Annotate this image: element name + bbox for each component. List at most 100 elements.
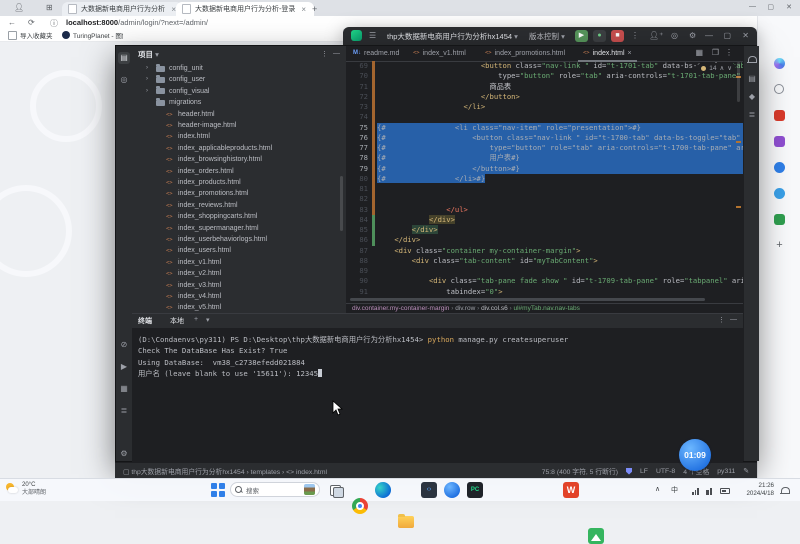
pycharm-icon[interactable]: PC (467, 482, 483, 498)
notifications-bell-icon[interactable] (748, 56, 757, 63)
editor-tab-readme[interactable]: M↓readme.md (348, 46, 404, 60)
editor-layout-icon[interactable]: ▦ (695, 48, 703, 57)
terminal-output[interactable]: (D:\Condaenvs\py311) PS D:\Desktop\thp大数… (138, 334, 568, 379)
refresh-icon[interactable]: ⟳ (28, 18, 35, 27)
weather-widget[interactable]: 20°C大部晴朗 (6, 481, 46, 497)
start-button[interactable] (210, 482, 228, 500)
protection-shield-icon[interactable] (626, 468, 632, 475)
volume-icon[interactable] (706, 488, 712, 495)
tree-item-index_applicableproducts.html[interactable]: <>index_applicableproducts.html (132, 143, 346, 154)
code-line-79[interactable]: 79{# </button>#} (346, 164, 743, 174)
ide-maximize-button[interactable]: ▢ (723, 31, 731, 40)
recording-timer-bubble[interactable]: 01:09 (677, 437, 713, 473)
breadcrumb-item[interactable]: div.col.s6 (481, 305, 508, 312)
ide-close-button[interactable]: ✕ (742, 31, 749, 40)
tree-scrollbar[interactable] (340, 176, 343, 231)
tree-item-index_v2.html[interactable]: <>index_v2.html (132, 268, 346, 279)
browser-tab-1[interactable]: 大数据新电商用户行为分析 v-base × (62, 2, 182, 16)
tree-item-index_browsinghistory.html[interactable]: <>index_browsinghistory.html (132, 154, 346, 165)
bookmark-import[interactable]: 导入收藏夹 (8, 30, 53, 40)
tree-item-config_visual[interactable]: ›config_visual (132, 86, 346, 97)
panel-hide-icon[interactable]: — (333, 50, 340, 57)
more-actions-icon[interactable]: ⋮ (631, 31, 639, 40)
code-line-69[interactable]: 69 <button class="nav-link " id="t-1701-… (346, 61, 743, 71)
settings-icon[interactable]: ⚙ (118, 448, 130, 460)
line-ending[interactable]: LF (640, 468, 648, 475)
code-line-86[interactable]: 86 </div> (346, 235, 743, 245)
code-line-77[interactable]: 77{# type="button" role="tab" aria-contr… (346, 143, 743, 153)
editor-tab-index-promotions[interactable]: <>index_promotions.html (480, 46, 570, 60)
copilot-icon[interactable] (774, 58, 785, 69)
code-line-85[interactable]: 85 </div> (346, 225, 743, 235)
tab-close-icon[interactable]: × (628, 50, 632, 57)
new-tab-button[interactable]: + (312, 4, 317, 14)
profile-icon[interactable]: 👤︎ (14, 3, 24, 13)
tree-item-header-image.html[interactable]: <>header-image.html (132, 120, 346, 131)
debug-button[interactable]: ● (593, 30, 606, 42)
app-blue-icon[interactable] (774, 162, 785, 173)
caret-position[interactable]: 75:8 (400 字符, 5 行断行) (542, 466, 618, 476)
code-line-73[interactable]: 73 </li> (346, 102, 743, 112)
add-user-icon[interactable]: 👤︎⁺ (649, 31, 663, 40)
tree-item-index_users.html[interactable]: <>index_users.html (132, 245, 346, 256)
breadcrumb-item[interactable]: ul#myTab.nav.nav-tabs (514, 305, 580, 312)
tree-item-header.html[interactable]: <>header.html (132, 109, 346, 120)
inspections-widget[interactable]: 14∧∨ (698, 63, 735, 73)
chrome-icon[interactable] (352, 498, 368, 514)
network-icon[interactable] (692, 488, 699, 495)
tree-item-index_shoppingcarts.html[interactable]: <>index_shoppingcarts.html (132, 211, 346, 222)
back-icon[interactable]: ← (8, 18, 16, 27)
people-icon[interactable] (774, 136, 785, 147)
code-line-89[interactable]: 89 (346, 266, 743, 276)
editor-tab-index-v1[interactable]: <>index_v1.html (408, 46, 471, 60)
code-line-91[interactable]: 91 tabindex="0"> (346, 287, 743, 297)
split-editor-icon[interactable]: ❐ (712, 48, 719, 57)
tree-item-index_supermanager.html[interactable]: <>index_supermanager.html (132, 223, 346, 234)
search-icon[interactable] (774, 84, 784, 94)
build-icon[interactable]: ▦ (118, 383, 130, 395)
write-mode-icon[interactable]: ✎ (743, 467, 749, 475)
edge-icon[interactable] (375, 482, 391, 498)
editor-vertical-scrollbar[interactable] (737, 62, 740, 102)
chevron-right-icon[interactable]: › (146, 86, 148, 97)
notes-icon[interactable]: ▤ (746, 73, 758, 85)
tree-item-index.html[interactable]: <>index.html (132, 131, 346, 142)
settings-gear-icon[interactable]: ⚙ (689, 31, 696, 40)
code-line-70[interactable]: 70 type="button" role="tab" aria-control… (346, 71, 743, 81)
tree-item-index_v1.html[interactable]: <>index_v1.html (132, 257, 346, 268)
wps-icon[interactable]: W (563, 482, 579, 498)
photos-icon[interactable] (588, 528, 604, 544)
cloud-icon[interactable] (774, 188, 785, 199)
code-line-90[interactable]: 90 <div class="tab-pane fade show " id="… (346, 276, 743, 286)
site-info-icon[interactable]: ⓘ (50, 18, 58, 29)
window-maximize-button[interactable]: ▢ (767, 3, 774, 11)
code-line-80[interactable]: 80{# </li>#} (346, 174, 743, 184)
code-line-84[interactable]: 84 </div> (346, 215, 743, 225)
code-line-82[interactable]: 82 (346, 194, 743, 204)
python-interpreter[interactable]: py311 (717, 468, 735, 475)
address-bar[interactable]: localhost:8000/admin/login/?next=/admin/ (66, 18, 208, 27)
tree-item-index_userbehaviorlogs.html[interactable]: <>index_userbehaviorlogs.html (132, 234, 346, 245)
chevron-right-icon[interactable]: › (146, 74, 148, 85)
database-icon[interactable]: ≣ (746, 109, 758, 121)
search-everywhere-icon[interactable]: ◎ (118, 74, 130, 86)
tree-item-migrations[interactable]: migrations (132, 97, 346, 108)
browser-tab-2[interactable]: 大数据新电商用户行为分析-登录 × (176, 2, 314, 16)
project-panel-title[interactable]: 项目 ▾ (138, 49, 159, 60)
battery-icon[interactable] (720, 488, 730, 494)
bookmark-turingplanet[interactable]: TuringPlanet - 图解 (62, 30, 123, 40)
terminal-tool-icon[interactable]: ≣ (118, 405, 130, 417)
terminal-options-icon[interactable]: ⋮ (718, 316, 725, 324)
terminal-hide-icon[interactable]: — (730, 316, 737, 323)
vcs-widget[interactable]: 版本控制 ▾ (529, 31, 565, 42)
project-icon[interactable]: ▤ (118, 52, 130, 64)
tree-item-config_user[interactable]: ›config_user (132, 74, 346, 85)
tree-item-config_unit[interactable]: ›config_unit (132, 63, 346, 74)
language-indicator[interactable]: 中 (671, 485, 678, 495)
code-line-88[interactable]: 88 <div class="tab-content" id="myTabCon… (346, 256, 743, 266)
tree-item-index_v5.html[interactable]: <>index_v5.html (132, 302, 346, 313)
tree-item-index_products.html[interactable]: <>index_products.html (132, 177, 346, 188)
services-icon[interactable]: ⊘ (118, 339, 130, 351)
search-icon[interactable]: ◎ (671, 31, 678, 40)
explorer-icon[interactable] (398, 516, 414, 528)
